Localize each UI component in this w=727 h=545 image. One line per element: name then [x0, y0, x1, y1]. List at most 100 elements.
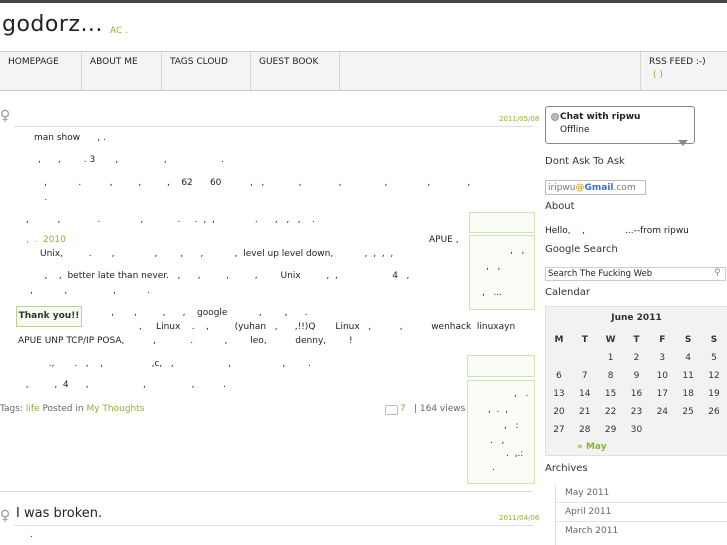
quote-text: , : — [504, 421, 519, 431]
calendar-day: 4 — [685, 353, 691, 363]
calendar-day: 1 — [607, 353, 614, 363]
calendar-day: 15 — [604, 389, 617, 399]
main-nav: HOMEPAGE ABOUT ME TAGS CLOUD GUEST BOOK … — [0, 51, 727, 91]
calendar-day: 16 — [630, 389, 643, 399]
post-title[interactable]: I was broken. — [16, 506, 102, 521]
post-line: , , . 3 , , . — [38, 155, 224, 165]
nav-tags-cloud[interactable]: TAGS CLOUD — [162, 52, 251, 90]
calendar-day — [572, 349, 598, 367]
category-link[interactable]: My Thoughts — [86, 404, 144, 414]
quote-box — [467, 355, 535, 377]
tags-prefix: Tags: — [0, 404, 23, 414]
quote-text: . , — [490, 436, 505, 446]
weekday: T — [581, 335, 588, 345]
search-input[interactable]: Search The Fucking Web — [545, 267, 726, 281]
post-line: APUE UNP TCP/IP POSA, , . , leo, denny, … — [18, 336, 353, 346]
calendar-day: 12 — [708, 371, 720, 381]
comment-count[interactable]: 7 — [400, 404, 406, 414]
archive-divider — [556, 521, 727, 522]
post-line: , . , , , 62 60 , , , , , , , — [44, 178, 471, 188]
calendar-day: 26 — [708, 407, 720, 417]
nav-label: GUEST BOOK — [259, 57, 319, 67]
calendar-day: 28 — [579, 425, 591, 435]
site-title[interactable]: godorz... — [2, 12, 103, 37]
calendar-day: 27 — [553, 425, 565, 435]
calendar: June 2011 M T W T F S S 1 2 3 4 5 6 7 8 … — [545, 306, 727, 456]
nav-guest-book[interactable]: GUEST BOOK — [251, 52, 340, 90]
post-line: APUE , — [429, 235, 459, 245]
quote-box — [469, 212, 535, 233]
calendar-day: 22 — [604, 407, 617, 417]
weekday: M — [554, 335, 564, 345]
calendar-day: 3 — [659, 353, 666, 363]
quote-text: . ,.: — [506, 449, 524, 459]
post-line: , Linux . , (yuhan , ,!!)Q Linux , , wen… — [116, 322, 532, 332]
calendar-day — [649, 421, 675, 439]
female-symbol-icon: ♀ — [0, 108, 11, 124]
calendar-day: 11 — [682, 371, 694, 381]
calendar-day: 14 — [579, 389, 591, 399]
calendar-day: 7 — [581, 371, 588, 381]
quote-text: , ... — [482, 288, 503, 298]
female-symbol-icon: ♀ — [0, 508, 11, 524]
post-link-prefix: , . — [26, 235, 38, 245]
gmail-tld: .com — [613, 183, 636, 193]
calendar-day: 5 — [711, 353, 717, 363]
calendar-prev-month-link[interactable]: « May — [577, 442, 727, 452]
calendar-day: 18 — [682, 389, 694, 399]
archive-link[interactable]: March 2011 — [565, 526, 618, 536]
year-link[interactable]: 2010 — [43, 235, 66, 245]
post-line: , , , . — [30, 286, 151, 296]
section-title-search: Google Search — [545, 244, 618, 255]
calendar-day — [701, 421, 727, 439]
calendar-day: 25 — [682, 407, 694, 417]
calendar-day: 10 — [656, 371, 669, 381]
view-count: | 164 views — [414, 404, 466, 414]
chat-title: Chat with ripwu — [560, 112, 641, 122]
posted-in-label: Posted in — [42, 404, 84, 414]
post-line: , , better late than never. , , , , Unix… — [36, 271, 410, 281]
calendar-day: 2 — [633, 353, 640, 363]
calendar-day: 6 — [556, 371, 562, 381]
quote-text: , , — [486, 262, 501, 272]
post-divider — [14, 126, 533, 127]
nav-label: ABOUT ME — [90, 57, 138, 67]
post-divider — [14, 525, 533, 526]
chat-status: Offline — [560, 125, 590, 135]
archive-link[interactable]: May 2011 — [565, 488, 609, 498]
nav-about-me[interactable]: ABOUT ME — [82, 52, 162, 90]
archive-divider — [556, 502, 727, 503]
quote-box: , . , . , , : . , . ,.: . — [467, 380, 535, 484]
quote-box: , , , , , ... — [469, 235, 535, 310]
quote-text: . — [492, 463, 495, 473]
calendar-grid: M T W T F S S 1 2 3 4 5 6 7 8 9 10 11 12… — [546, 331, 727, 439]
section-title-about: About — [545, 201, 575, 212]
weekday: T — [633, 335, 640, 345]
post-line: , , . , . . , , . , , , . — [26, 215, 315, 225]
post-line: Unix, . , , , , , level up level down, ,… — [20, 249, 394, 259]
rss-label: RSS FEED :-) — [649, 57, 706, 67]
calendar-day: 20 — [553, 407, 565, 417]
post-line: , , 4 , , , . — [20, 380, 226, 390]
search-placeholder: Search The Fucking Web — [548, 269, 653, 279]
gmail-user: iripwu — [548, 183, 576, 193]
rss-sub: ( ) — [653, 70, 663, 80]
gmail-word: Gmail — [584, 183, 614, 193]
archive-link[interactable]: April 2011 — [565, 507, 611, 517]
calendar-day: 24 — [656, 407, 669, 417]
nav-homepage[interactable]: HOMEPAGE — [0, 52, 82, 90]
chat-pointer — [678, 140, 688, 146]
quote-text: , . — [514, 389, 529, 399]
calendar-day: 30 — [630, 425, 643, 435]
quote-text: , . , — [488, 405, 509, 415]
quote-text: , , — [510, 246, 525, 256]
tag-link[interactable]: life — [26, 404, 40, 414]
about-text: Hello, , ...--from ripwu — [545, 226, 689, 236]
weekday: F — [659, 335, 666, 345]
calendar-month: June 2011 — [611, 313, 662, 323]
top-border — [0, 0, 727, 3]
calendar-day — [675, 421, 701, 439]
thank-you-box: Thank you!! — [16, 306, 82, 327]
search-icon[interactable]: ⚲ — [714, 268, 721, 278]
nav-rss-feed[interactable]: RSS FEED :-) ( ) — [640, 52, 727, 90]
